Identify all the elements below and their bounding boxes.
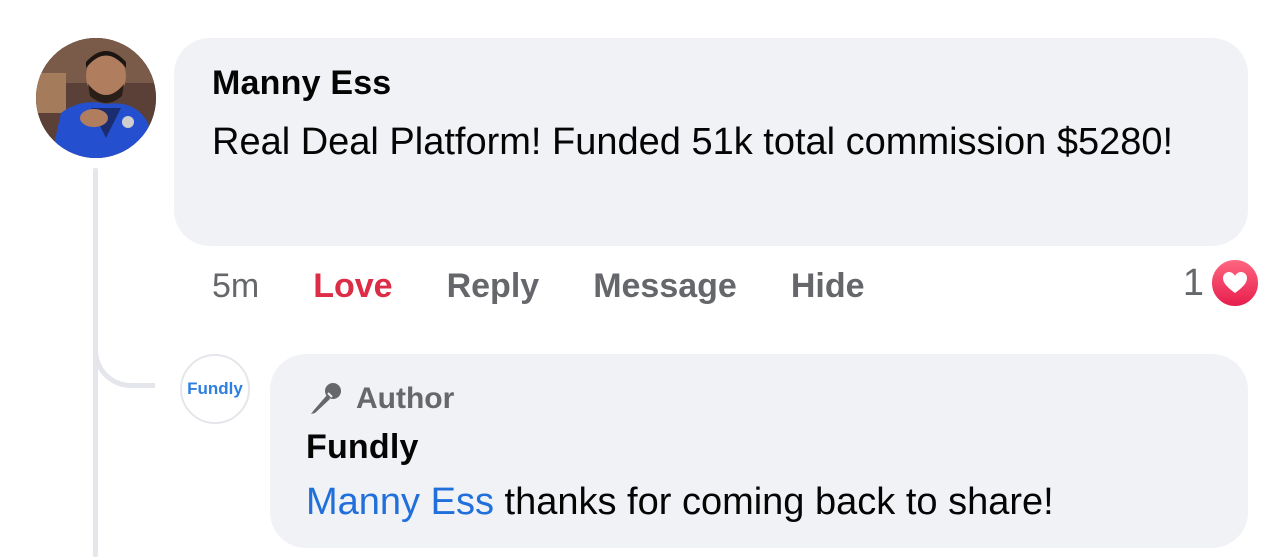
reaction-count: 1 [1182, 261, 1204, 304]
avatar[interactable] [36, 38, 156, 158]
page-avatar[interactable]: Fundly [180, 354, 250, 424]
comment-text: Real Deal Platform! Funded 51k total com… [212, 121, 1174, 163]
hide-button[interactable]: Hide [791, 267, 865, 306]
mention-link[interactable]: Manny Ess [306, 481, 494, 523]
comment-actions: 5m Love Reply Message Hide [212, 264, 919, 308]
reply-author[interactable]: Fundly [306, 428, 419, 467]
reply-button[interactable]: Reply [447, 267, 540, 306]
love-button[interactable]: Love [313, 267, 392, 306]
reply-text: Manny Ess thanks for coming back to shar… [306, 474, 1236, 530]
comment-timestamp[interactable]: 5m [212, 267, 259, 306]
thread-connector [93, 300, 155, 388]
heart-icon [1210, 258, 1260, 308]
comment-author[interactable]: Manny Ess [212, 64, 391, 103]
comment-bubble: Manny Ess Real Deal Platform! Funded 51k… [174, 38, 1248, 246]
author-badge: Author [306, 380, 454, 418]
microphone-icon [306, 380, 344, 418]
reply-bubble: Author Fundly Manny Ess thanks for comin… [270, 354, 1248, 548]
user-avatar-photo-icon [36, 38, 156, 158]
reaction-summary[interactable]: 1 [1183, 258, 1260, 308]
reply-text-body: thanks for coming back to share! [493, 481, 1054, 523]
message-button[interactable]: Message [593, 267, 737, 306]
author-badge-label: Author [356, 382, 455, 415]
